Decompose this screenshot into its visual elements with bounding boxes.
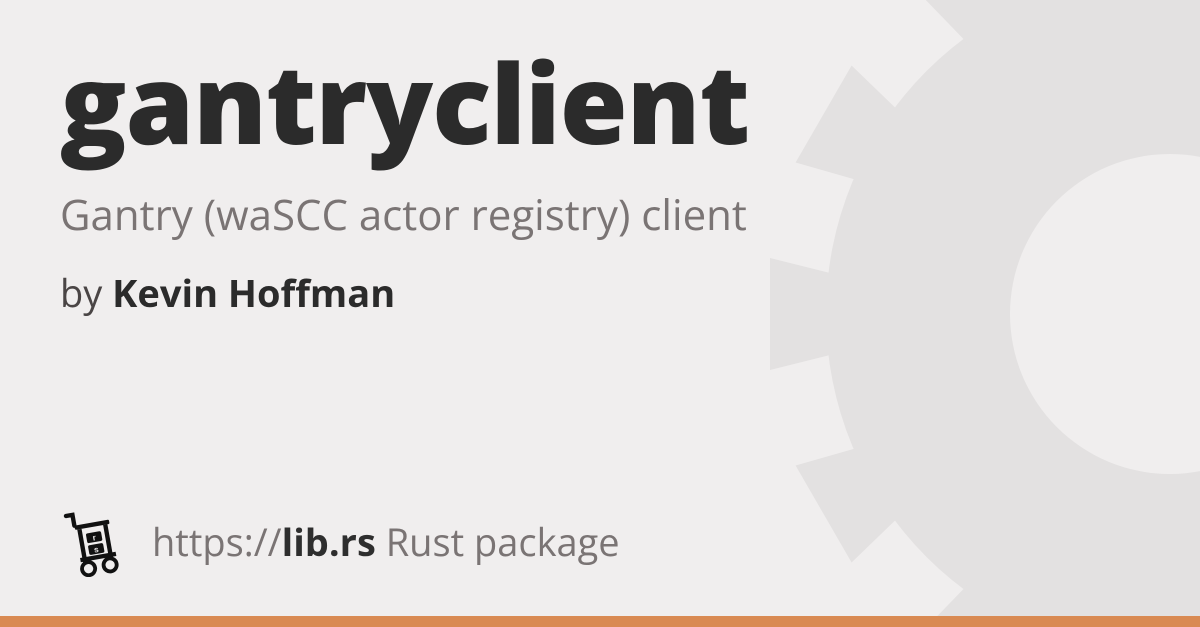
footer-domain: lib.rs	[282, 516, 376, 568]
footer-text: https://lib.rs Rust package	[152, 516, 620, 568]
author-prefix: by	[60, 267, 112, 319]
author-name: Kevin Hoffman	[112, 267, 395, 319]
footer: r s https://lib.rs Rust package	[60, 507, 620, 577]
package-author: by Kevin Hoffman	[60, 267, 1140, 319]
accent-bar	[0, 616, 1200, 627]
librs-logo-icon: r s	[60, 507, 130, 577]
footer-suffix: Rust package	[376, 516, 620, 568]
package-description: Gantry (waSCC actor registry) client	[60, 189, 780, 242]
package-card: gantryclient Gantry (waSCC actor registr…	[0, 0, 1200, 627]
footer-url-prefix: https://	[152, 516, 282, 568]
package-title: gantryclient	[60, 45, 1140, 161]
